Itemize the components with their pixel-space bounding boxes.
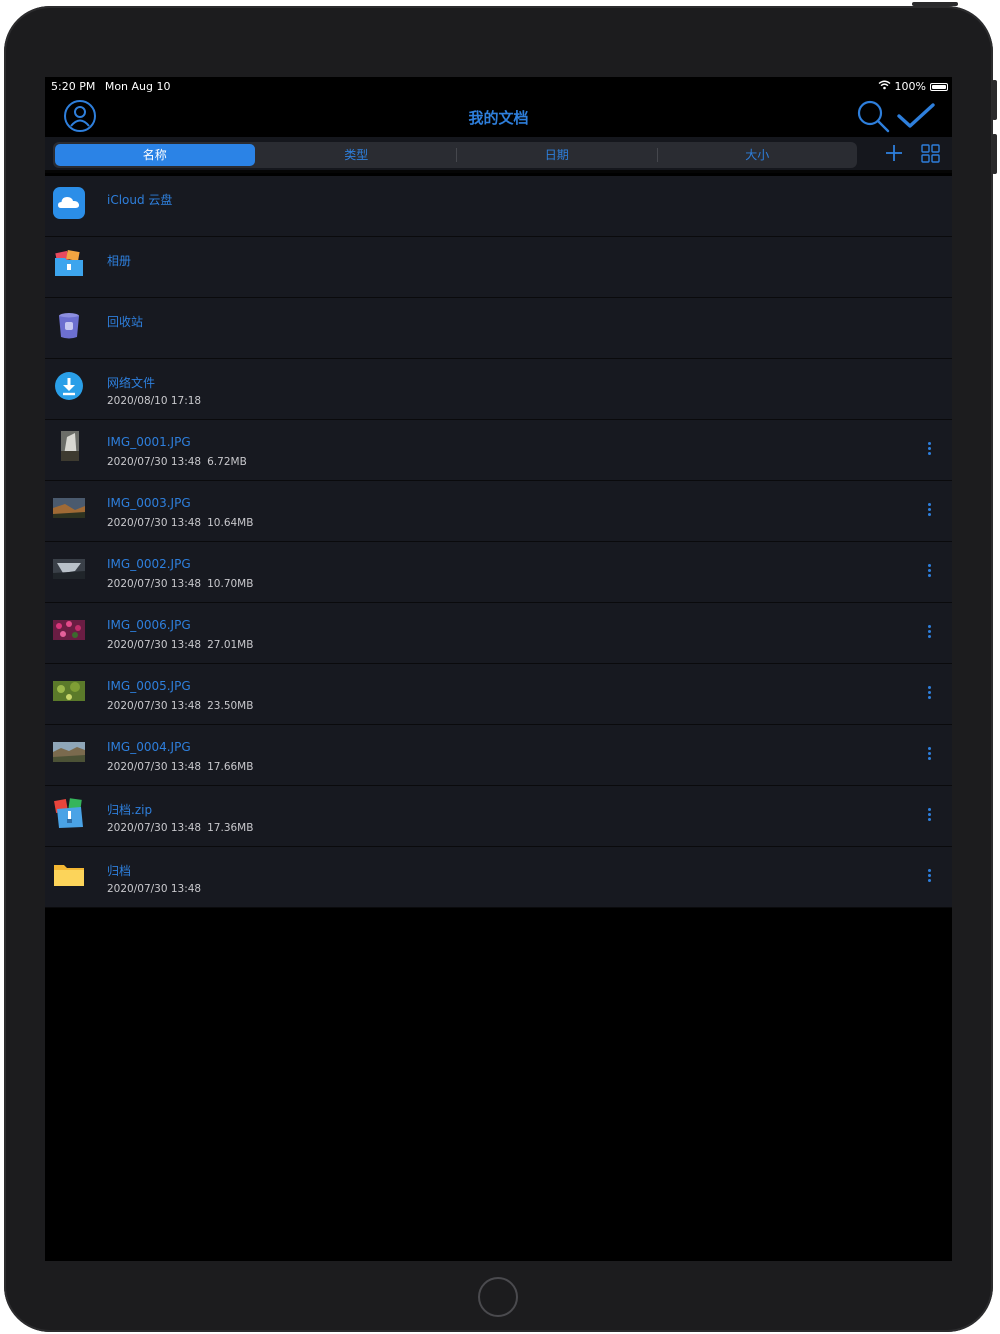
- file-date: 2020/07/30 13:48: [107, 639, 202, 651]
- icloud-icon: [53, 187, 85, 219]
- folder-icon: [53, 858, 85, 890]
- file-name: IMG_0003.JPG: [107, 496, 191, 510]
- search-icon[interactable]: [856, 99, 890, 137]
- file-meta: 2020/07/30 13:48 6.72MB: [107, 456, 247, 468]
- image-thumbnail-icon: [53, 675, 85, 707]
- home-button[interactable]: [478, 1277, 518, 1317]
- status-time: 5:20 PM: [51, 80, 96, 93]
- file-meta: 2020/07/30 13:48 17.66MB: [107, 761, 253, 773]
- file-size: 27.01MB: [207, 639, 254, 651]
- trash-icon: [53, 309, 85, 341]
- file-name: IMG_0006.JPG: [107, 618, 191, 632]
- volume-down-button: [992, 134, 997, 174]
- file-meta: 2020/08/10 17:18: [107, 395, 201, 407]
- file-row-archive-folder[interactable]: 归档 2020/07/30 13:48: [45, 847, 952, 908]
- file-date: 2020/07/30 13:48: [107, 517, 202, 529]
- file-row-img-0005[interactable]: IMG_0005.JPG 2020/07/30 13:48 23.50MB: [45, 664, 952, 725]
- wifi-icon: [878, 80, 891, 93]
- file-name: 归档.zip: [107, 803, 153, 817]
- file-name: IMG_0004.JPG: [107, 740, 191, 754]
- file-name: IMG_0002.JPG: [107, 557, 191, 571]
- file-date: 2020/07/30 13:48: [107, 761, 202, 773]
- grid-view-icon[interactable]: [921, 144, 940, 167]
- file-size: 10.64MB: [207, 517, 254, 529]
- sort-tab-date[interactable]: 日期: [457, 142, 657, 168]
- file-meta: 2020/07/30 13:48 23.50MB: [107, 700, 253, 712]
- image-thumbnail-icon: [53, 492, 85, 524]
- file-name: 网络文件: [107, 376, 156, 390]
- file-size: 10.70MB: [207, 578, 254, 590]
- file-meta: 2020/07/30 13:48: [107, 883, 201, 895]
- file-date: 2020/08/10 17:18: [107, 395, 202, 407]
- file-date: 2020/07/30 13:48: [107, 700, 202, 712]
- file-row-trash[interactable]: 回收站: [45, 298, 952, 359]
- status-bar: 5:20 PM Mon Aug 10 100%: [45, 77, 952, 95]
- sort-tab-name[interactable]: 名称: [55, 144, 255, 166]
- battery-icon: [930, 82, 948, 91]
- file-size: 17.36MB: [207, 822, 254, 834]
- more-options-icon[interactable]: [926, 747, 932, 763]
- add-icon[interactable]: [885, 144, 903, 166]
- sort-toolbar: 名称 类型 日期 大小: [45, 137, 952, 173]
- more-options-icon[interactable]: [926, 808, 932, 824]
- page-title: 我的文档: [468, 109, 529, 127]
- more-options-icon[interactable]: [926, 503, 932, 519]
- file-name: 回收站: [107, 315, 144, 329]
- more-options-icon[interactable]: [926, 625, 932, 641]
- file-date: 2020/07/30 13:48: [107, 822, 202, 834]
- more-options-icon[interactable]: [926, 564, 932, 580]
- image-thumbnail-icon: [53, 736, 85, 768]
- sort-segmented-control: 名称 类型 日期 大小: [53, 142, 857, 168]
- file-name: IMG_0001.JPG: [107, 435, 191, 449]
- file-meta: 2020/07/30 13:48 10.64MB: [107, 517, 253, 529]
- file-meta: 2020/07/30 13:48 27.01MB: [107, 639, 253, 651]
- zip-archive-icon: [53, 797, 85, 829]
- image-thumbnail-icon: [53, 614, 85, 646]
- sort-tab-type[interactable]: 类型: [257, 142, 457, 168]
- file-row-img-0006[interactable]: IMG_0006.JPG 2020/07/30 13:48 27.01MB: [45, 603, 952, 664]
- image-thumbnail-icon: [53, 553, 85, 585]
- file-row-img-0001[interactable]: IMG_0001.JPG 2020/07/30 13:48 6.72MB: [45, 420, 952, 481]
- file-list: iCloud 云盘 相册 回收站 网络文件 2020/08/10 17:18 I…: [45, 176, 952, 908]
- file-size: 23.50MB: [207, 700, 254, 712]
- file-name: IMG_0005.JPG: [107, 679, 191, 693]
- more-options-icon[interactable]: [926, 442, 932, 458]
- status-date: Mon Aug 10: [104, 80, 171, 93]
- file-name: iCloud 云盘: [107, 193, 173, 207]
- file-date: 2020/07/30 13:48: [107, 883, 202, 895]
- app-screen: 5:20 PM Mon Aug 10 100% 我的文档 名称 类型 日期 大小…: [45, 77, 952, 1261]
- file-row-network[interactable]: 网络文件 2020/08/10 17:18: [45, 359, 952, 420]
- file-row-img-0002[interactable]: IMG_0002.JPG 2020/07/30 13:48 10.70MB: [45, 542, 952, 603]
- file-row-icloud[interactable]: iCloud 云盘: [45, 176, 952, 237]
- sort-tab-size[interactable]: 大小: [658, 142, 858, 168]
- file-size: 17.66MB: [207, 761, 254, 773]
- file-meta: 2020/07/30 13:48 10.70MB: [107, 578, 253, 590]
- power-button: [912, 2, 958, 6]
- more-options-icon[interactable]: [926, 869, 932, 885]
- file-row-archive-zip[interactable]: 归档.zip 2020/07/30 13:48 17.36MB: [45, 786, 952, 847]
- download-icon: [53, 370, 85, 402]
- volume-up-button: [992, 80, 997, 120]
- file-size: 6.72MB: [207, 456, 247, 468]
- image-thumbnail-icon: [53, 431, 85, 463]
- file-name: 相册: [107, 254, 132, 268]
- battery-percent: 100%: [894, 80, 926, 93]
- file-row-album[interactable]: 相册: [45, 237, 952, 298]
- file-row-img-0004[interactable]: IMG_0004.JPG 2020/07/30 13:48 17.66MB: [45, 725, 952, 786]
- more-options-icon[interactable]: [926, 686, 932, 702]
- navigation-bar: 我的文档: [45, 95, 952, 137]
- file-meta: 2020/07/30 13:48 17.36MB: [107, 822, 253, 834]
- file-name: 归档: [107, 864, 132, 878]
- file-date: 2020/07/30 13:48: [107, 456, 202, 468]
- file-date: 2020/07/30 13:48: [107, 578, 202, 590]
- checkmark-icon[interactable]: [897, 103, 935, 133]
- file-row-img-0003[interactable]: IMG_0003.JPG 2020/07/30 13:48 10.64MB: [45, 481, 952, 542]
- photo-album-icon: [53, 248, 85, 280]
